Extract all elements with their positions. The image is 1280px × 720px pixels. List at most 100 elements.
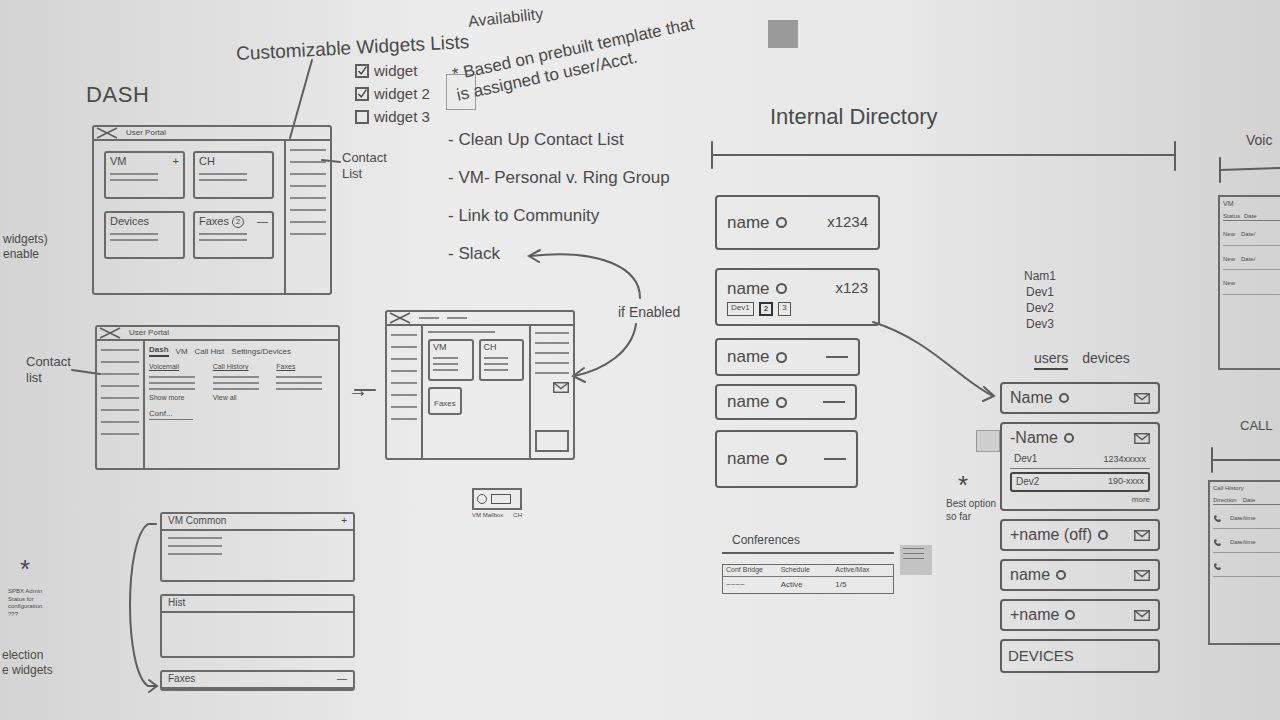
panel-header: Faxes— [162,672,353,689]
status-dot [776,352,787,363]
table-row[interactable]: ~~~~Active1/5 [723,577,893,593]
widget-option[interactable]: widget 3 [355,108,430,127]
scribble-line [535,362,569,364]
scribble-line [101,397,139,399]
checkbox[interactable] [355,64,369,78]
widget-label: Devices [110,215,149,229]
scribble-line [484,369,509,371]
status-dot [1098,530,1108,540]
conferences-section: ConferencesConf BridgeScheduleActive/Max… [722,533,894,594]
column-title: Faxes [276,363,334,372]
widget-lists-title: Customizable Widgets Lists [235,28,470,69]
table-row[interactable]: New [1223,274,1280,295]
panel-header: VM Common+ [162,514,353,531]
device-label: Dev2 [1016,476,1039,489]
column-link[interactable]: View all [213,394,271,403]
more-link[interactable]: more [1132,495,1150,505]
checkbox[interactable] [355,87,369,101]
scribble-line [290,185,326,187]
side-caption-line: election [2,648,53,663]
date-cell: Date/time [1230,515,1256,523]
title-bar: User Portal [94,127,330,141]
tab[interactable]: users [1034,350,1068,370]
device-number: 1234xxxxx [1103,454,1146,465]
summary-line: Dev1 [1024,284,1056,300]
widget-option[interactable]: widget 2 [355,85,430,104]
checkbox[interactable] [355,110,369,124]
table-row[interactable]: NewDate/ [1223,225,1280,246]
user-card[interactable]: +name [1000,599,1160,631]
tab[interactable]: Call Hist [195,347,225,357]
user-card[interactable]: Name [1000,382,1160,414]
contact-list [97,341,145,468]
scribble-line [535,352,569,354]
device-row[interactable]: Dev11234xxxxx [1010,451,1150,469]
device-chip[interactable]: 3 [778,302,790,316]
device-chip[interactable]: 2 [759,302,773,316]
user-row: +name (off) [1010,525,1150,545]
panel-action[interactable]: + [341,515,347,528]
window-body: DashVMCall HistSettings/DevicesVoicemail… [97,341,338,468]
widget-heading: Devices [110,215,149,229]
scribble-line [110,239,158,241]
close-icon [389,312,411,324]
user-card[interactable]: +name (off) [1000,519,1160,551]
tab[interactable]: Settings/Devices [231,347,291,357]
tab[interactable]: Dash [149,345,169,357]
sketch-box [535,430,569,452]
directory-card[interactable]: name [715,430,858,488]
tab-bar: Dash VM Call Hist Settings/Devices [149,345,334,357]
edge-note: widgets)enable [3,232,48,262]
scribble-line [290,161,326,163]
devices-card[interactable]: DEVICES [1000,639,1160,673]
directory-card[interactable]: namex123 Dev1 23 [715,268,880,326]
tab[interactable]: VM [176,347,188,357]
column-link[interactable]: Show more [149,394,207,403]
table-row[interactable]: Date/time [1213,509,1280,529]
user-card[interactable]: -NameDev11234xxxxxDev2190-xxxxmore [1000,422,1160,511]
table-tab: VM [1223,200,1280,209]
contact-name: name [727,278,770,299]
widget-action[interactable]: — [257,215,268,229]
scribble-line [535,342,569,344]
directory-row: namex123 [727,278,868,299]
directory-card[interactable]: namex1234 [715,195,880,250]
widget-action[interactable]: + [173,155,179,169]
contact-name: name [727,448,770,469]
table-tab: Call History [1213,485,1280,493]
widget-panel: Hist [160,594,355,658]
scribble-line [391,382,417,384]
scribble-line [110,233,158,235]
table-row[interactable]: Date/time [1213,533,1280,553]
table-row[interactable] [1213,557,1280,577]
scribble-line [290,173,326,175]
scribble-line [101,421,139,423]
directory-card[interactable]: name [715,338,860,376]
panel-action[interactable]: — [337,673,347,686]
dash-mark [826,356,848,358]
device-row[interactable]: Dev2 190-xxxx [1010,472,1150,493]
device-number: 190-xxxx [1108,476,1144,487]
best-option-note: Best option so far [946,498,998,523]
widget-grid: VM+CHDevicesFaxes2— [94,141,284,293]
status-cell: New [1223,256,1235,264]
widget-option[interactable]: widget [355,62,430,81]
widget-heading: VM [110,155,127,169]
scribble-line [149,388,195,390]
user-card[interactable]: name [1000,559,1160,591]
table-header: Conf BridgeScheduleActive/Max [723,565,893,577]
widget-stack: VM Common+ Hist Faxes— [160,512,355,691]
availability-title: Availability [467,2,544,34]
widget-column: Call HistoryView all [213,363,271,403]
mail-icon [1134,393,1150,404]
panel-title: Hist [168,597,185,610]
tab[interactable]: devices [1082,350,1129,370]
widget-row: VMCH [428,339,524,381]
table-row[interactable]: NewDate/ [1223,250,1280,271]
device-chip[interactable]: Dev1 [727,302,754,316]
contact-name: name [727,346,770,367]
directory-card[interactable]: name [715,384,857,420]
summary-line: Nam1 [1024,268,1056,284]
scribble-line [199,233,247,235]
mini-widget-labels: VM MailboxCH [472,512,522,520]
